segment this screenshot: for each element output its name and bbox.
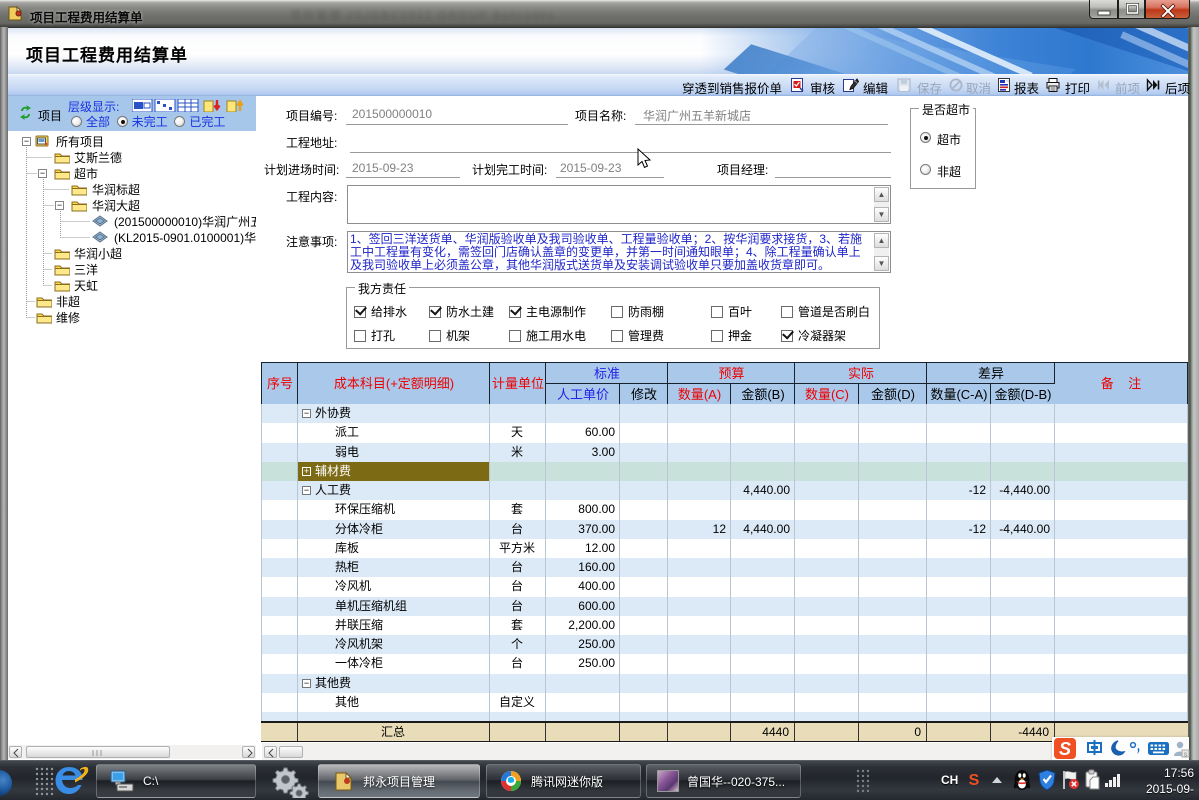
svg-text:S: S [969,772,980,789]
svg-text:s: s [1184,752,1188,759]
svg-text:S: S [1059,739,1071,759]
